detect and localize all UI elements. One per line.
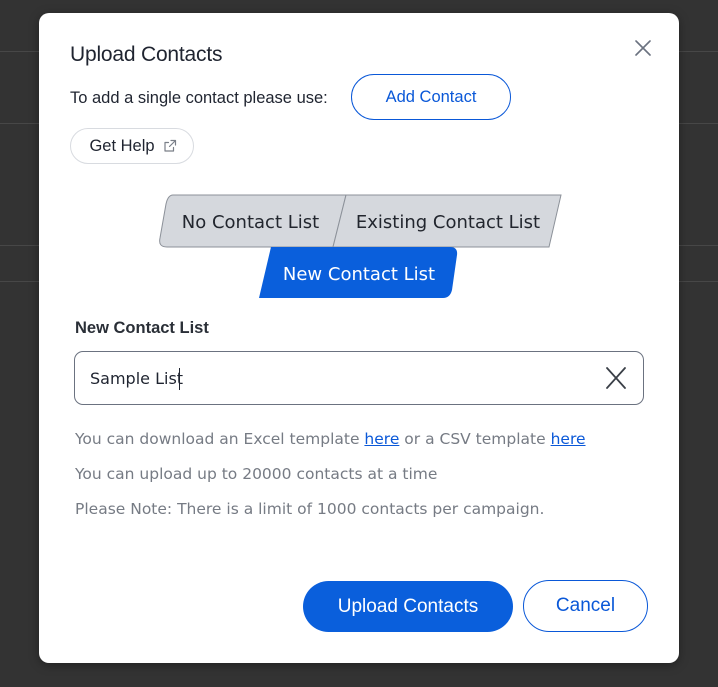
close-button[interactable] <box>631 36 655 60</box>
modal-title: Upload Contacts <box>70 43 223 66</box>
external-link-icon <box>163 139 176 152</box>
cancel-button[interactable]: Cancel <box>523 580 648 632</box>
single-contact-text: To add a single contact please use: <box>70 89 328 107</box>
clear-icon <box>606 367 626 389</box>
new-contact-list-input[interactable] <box>90 352 590 404</box>
text-caret <box>179 368 180 390</box>
add-contact-button[interactable]: Add Contact <box>351 74 511 120</box>
clear-input-button[interactable] <box>603 365 629 391</box>
segment-no-contact-list[interactable]: No Contact List <box>163 197 338 247</box>
template-download-text: You can download an Excel template here … <box>75 430 586 448</box>
excel-template-link[interactable]: here <box>364 430 399 448</box>
segment-existing-contact-list[interactable]: Existing Contact List <box>339 197 557 247</box>
close-icon <box>635 40 651 56</box>
get-help-button[interactable]: Get Help <box>70 128 194 164</box>
template-text-prefix: You can download an Excel template <box>75 430 365 448</box>
new-contact-list-field <box>74 351 644 405</box>
new-contact-list-label: New Contact List <box>75 319 209 337</box>
upload-contacts-button[interactable]: Upload Contacts <box>303 581 513 632</box>
upload-limit-text: You can upload up to 20000 contacts at a… <box>75 465 438 483</box>
get-help-label: Get Help <box>89 136 155 155</box>
segment-new-contact-list[interactable]: New Contact List <box>261 249 457 299</box>
template-text-middle: or a CSV template <box>399 430 551 448</box>
upload-contacts-modal: Upload Contacts To add a single contact … <box>39 13 679 663</box>
campaign-limit-note: Please Note: There is a limit of 1000 co… <box>75 500 545 518</box>
csv-template-link[interactable]: here <box>551 430 586 448</box>
